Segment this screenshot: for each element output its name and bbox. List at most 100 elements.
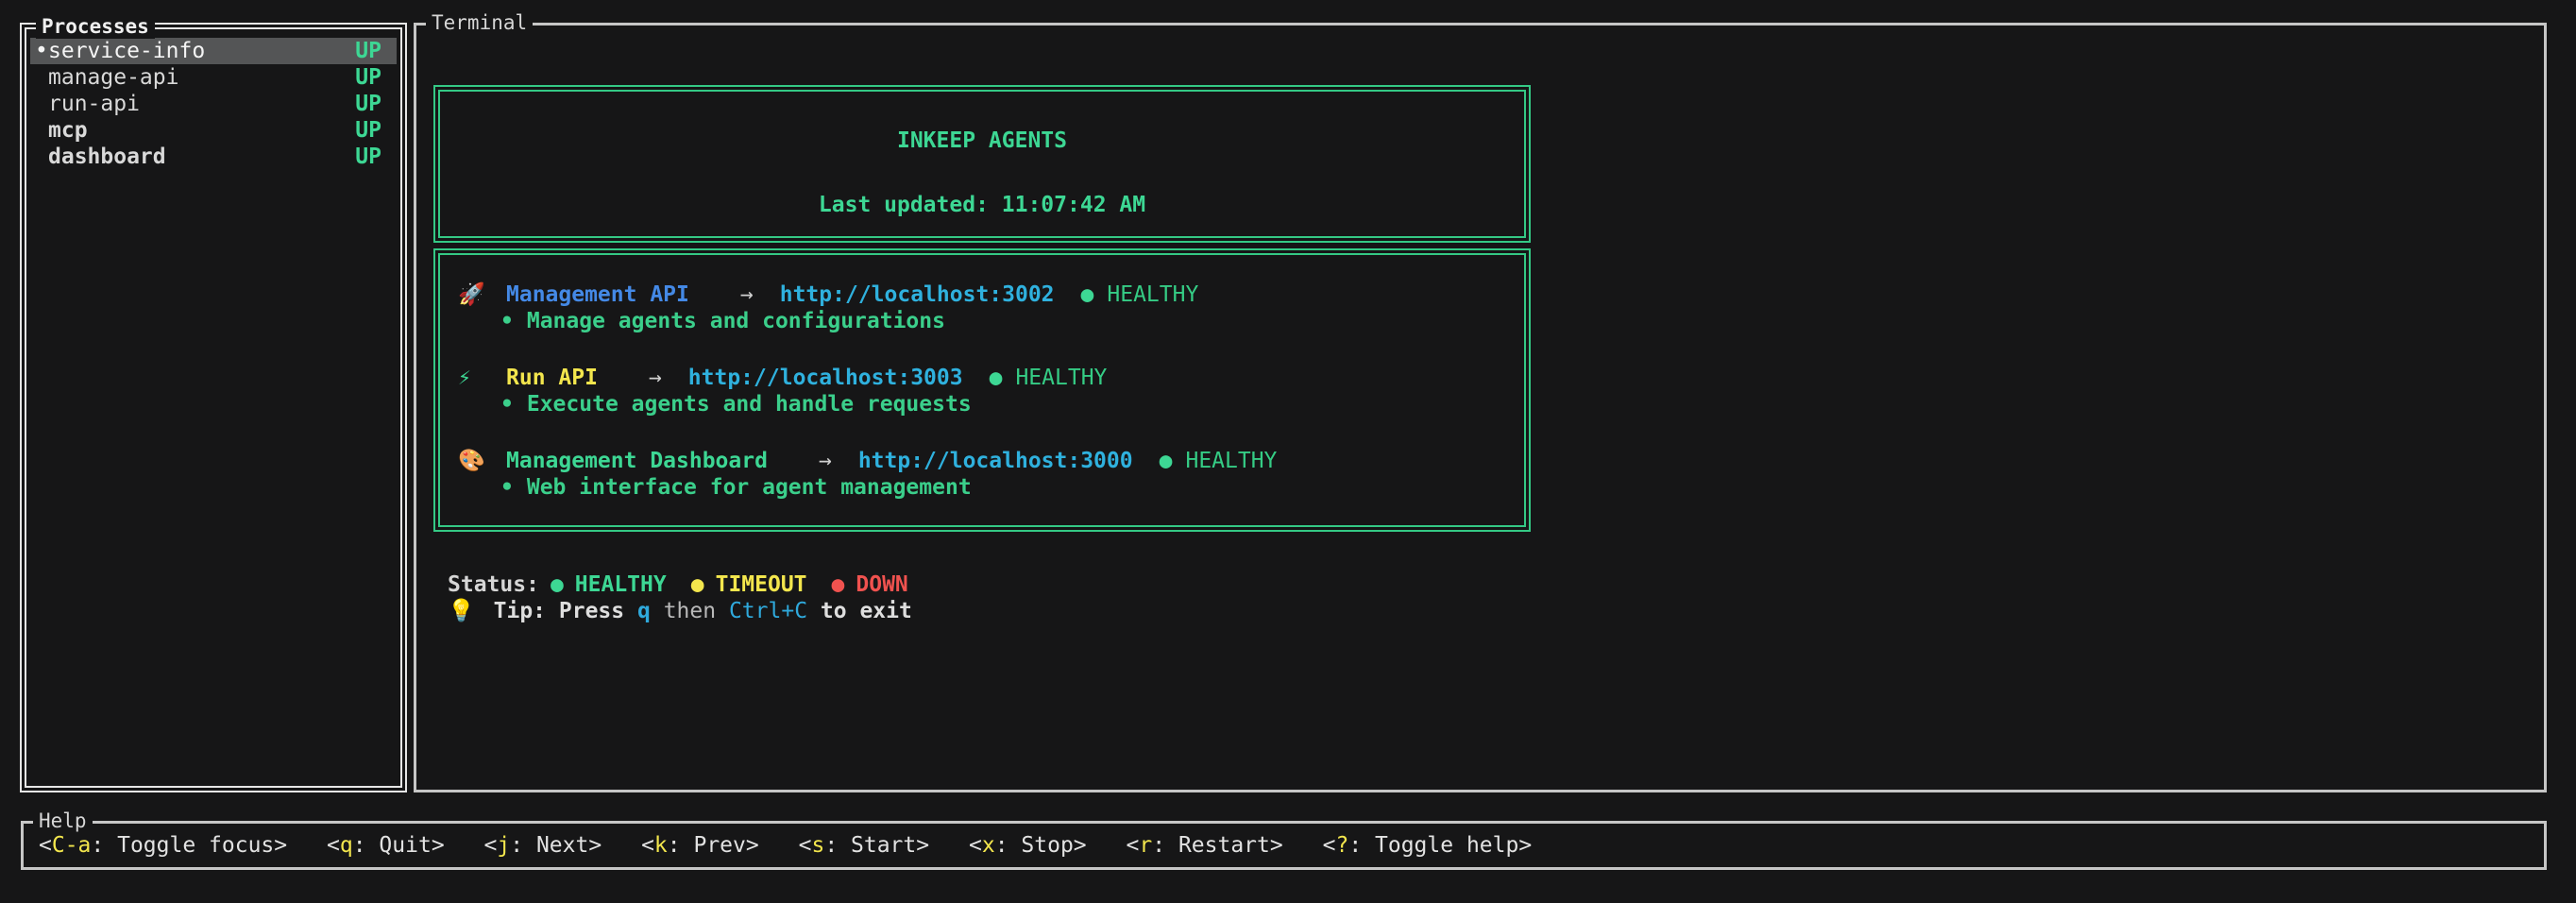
service-status: HEALTHY	[1185, 449, 1277, 473]
service-url[interactable]: http://localhost:3002	[780, 282, 1055, 307]
process-row-dashboard[interactable]: dashboard UP	[30, 144, 397, 170]
timeout-dot-icon: ●	[691, 572, 704, 597]
bracket: >	[432, 833, 445, 858]
process-name: manage-api	[48, 64, 355, 91]
process-status-badge: UP	[355, 64, 381, 91]
bracket: >	[746, 833, 759, 858]
tip-text-2: then	[664, 599, 716, 623]
arrow-icon: →	[740, 282, 754, 307]
shortcut-key: ?	[1335, 833, 1348, 858]
shortcut-start: <s: Start>	[799, 833, 930, 858]
process-name: run-api	[48, 91, 355, 117]
process-row-service-info[interactable]: • service-info UP	[30, 38, 397, 64]
lightbulb-icon: 💡	[448, 599, 475, 623]
bracket: >	[916, 833, 929, 858]
process-row-manage-api[interactable]: manage-api UP	[30, 64, 397, 91]
separator: :	[1348, 833, 1375, 858]
service-description: • Execute agents and handle requests	[500, 391, 1524, 417]
bullet-icon: •	[500, 392, 514, 417]
palette-icon: 🎨	[458, 448, 506, 474]
shortcut-toggle-help: <?: Toggle help>	[1323, 833, 1533, 858]
service-name: Management API	[506, 282, 689, 307]
processes-panel-title: Processes	[36, 14, 155, 39]
bracket: >	[274, 833, 287, 858]
tip-key-q: q	[637, 599, 651, 623]
service-run-api: ⚡Run API → http://localhost:3003 ● HEALTHY •…	[458, 365, 1524, 417]
service-url[interactable]: http://localhost:3000	[858, 449, 1133, 473]
arrow-icon: →	[819, 449, 832, 473]
terminal-app: { "colors": { "green": "#3dd794", "green…	[0, 0, 2576, 903]
service-description: •Web interface for agent management	[500, 474, 1524, 501]
terminal-panel-title: Terminal	[426, 10, 533, 35]
bracket: <	[484, 833, 498, 858]
arrow-icon: →	[649, 366, 662, 390]
service-head: 🎨Management Dashboard → http://localhost:3…	[458, 448, 1524, 474]
healthy-dot-icon: ●	[551, 572, 564, 597]
bracket: >	[1074, 833, 1087, 858]
process-name: mcp	[48, 117, 355, 144]
health-dot-icon: ●	[1081, 282, 1094, 307]
bracket: <	[1127, 833, 1140, 858]
separator: :	[510, 833, 536, 858]
separator: :	[995, 833, 1022, 858]
separator: :	[668, 833, 694, 858]
down-dot-icon: ●	[832, 572, 845, 597]
service-management-dashboard: 🎨Management Dashboard → http://localhost:3…	[458, 448, 1524, 501]
tip-text-1: Tip: Press	[494, 599, 624, 623]
bracket: <	[39, 833, 52, 858]
shortcut-desc: Quit	[379, 833, 431, 858]
bracket: >	[1270, 833, 1283, 858]
process-status-badge: UP	[355, 117, 381, 144]
bullet-icon: •	[500, 309, 514, 333]
service-description: •Manage agents and configurations	[500, 308, 1524, 334]
service-name: Run API	[506, 366, 598, 390]
tip-key-ctrl-c: Ctrl+C	[729, 599, 807, 623]
service-status: HEALTHY	[1015, 366, 1107, 390]
service-head: 🚀Management API→http://localhost:3002●HE…	[458, 281, 1524, 308]
separator: :	[824, 833, 851, 858]
header-box: INKEEP AGENTS Last updated: 11:07:42 AM	[433, 85, 1531, 243]
bracket: <	[327, 833, 340, 858]
service-url[interactable]: http://localhost:3003	[688, 366, 963, 390]
shortcut-quit: <q: Quit>	[327, 833, 445, 858]
shortcut-restart: <r: Restart>	[1127, 833, 1283, 858]
service-name: Management Dashboard	[506, 449, 768, 473]
process-list: • service-info UP manage-api UP run-api …	[26, 29, 400, 170]
bracket: >	[1518, 833, 1532, 858]
terminal-panel: Terminal INKEEP AGENTS Last updated: 11:…	[414, 23, 2547, 792]
timeout-label: TIMEOUT	[716, 572, 807, 597]
separator: :	[91, 833, 117, 858]
shortcut-prev: <k: Prev>	[641, 833, 759, 858]
shortcut-stop: <x: Stop>	[969, 833, 1087, 858]
shortcut-next: <j: Next>	[484, 833, 602, 858]
rocket-icon: 🚀	[458, 281, 506, 308]
down-label: DOWN	[856, 572, 907, 597]
service-management-api: 🚀Management API→http://localhost:3002●HE…	[458, 281, 1524, 334]
health-dot-icon: ●	[990, 366, 1003, 390]
process-name: service-info	[48, 38, 355, 64]
lightning-icon: ⚡	[458, 365, 506, 391]
shortcut-desc: Toggle focus	[117, 833, 274, 858]
bracket: <	[799, 833, 812, 858]
status-legend-label: Status:	[448, 572, 539, 597]
process-row-run-api[interactable]: run-api UP	[30, 91, 397, 117]
last-updated-text: Last updated: 11:07:42 AM	[440, 192, 1524, 218]
process-status-badge: UP	[355, 38, 381, 64]
shortcut-desc: Toggle help	[1375, 833, 1518, 858]
shortcut-key: s	[811, 833, 824, 858]
shortcut-key: C-a	[52, 833, 92, 858]
help-panel-title: Help	[33, 809, 93, 833]
process-status-badge: UP	[355, 91, 381, 117]
selection-indicator: •	[35, 38, 48, 64]
processes-panel: Processes • service-info UP manage-api U…	[20, 23, 407, 792]
help-panel: Help <C-a: Toggle focus> <q: Quit> <j: N…	[21, 821, 2547, 870]
service-description-text: Execute agents and handle requests	[527, 392, 972, 417]
shortcut-toggle-focus: <C-a: Toggle focus>	[39, 833, 287, 858]
process-row-mcp[interactable]: mcp UP	[30, 117, 397, 144]
healthy-label: HEALTHY	[575, 572, 667, 597]
tip-line: 💡Tip: Press q then Ctrl+C to exit	[448, 598, 912, 624]
shortcut-key: q	[340, 833, 353, 858]
shortcut-key: k	[654, 833, 668, 858]
shortcut-key: r	[1139, 833, 1152, 858]
shortcut-desc: Restart	[1178, 833, 1270, 858]
